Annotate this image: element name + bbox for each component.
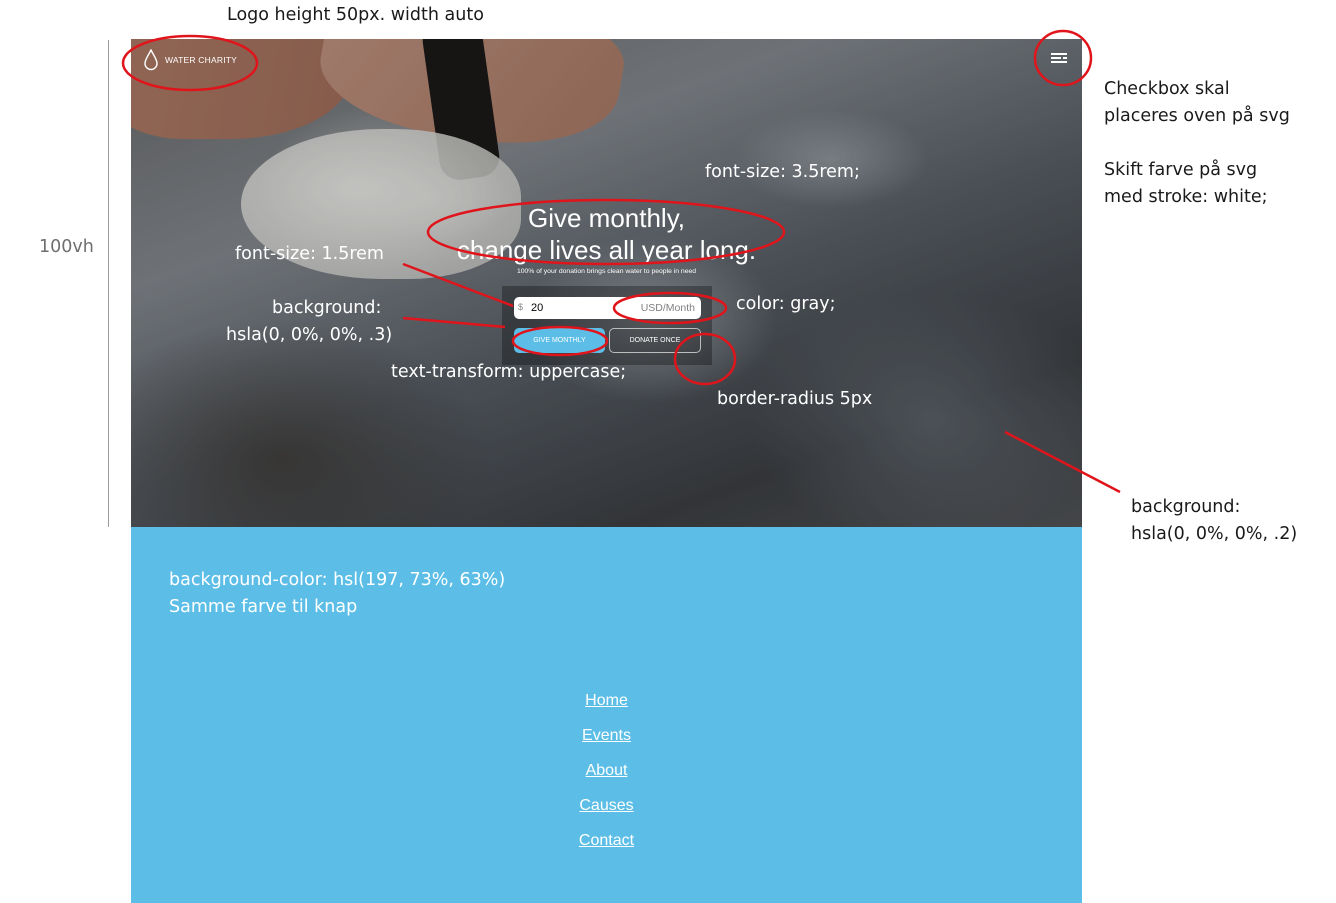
nav-link-about[interactable]: About — [131, 760, 1082, 795]
water-drop-icon — [144, 49, 158, 71]
currency-symbol: $ — [518, 302, 524, 312]
note-hero-bg-line1: background: — [1131, 497, 1241, 517]
hero-subtitle: 100% of your donation brings clean water… — [516, 268, 697, 275]
note-height: 100vh — [39, 237, 94, 257]
note-blue-line1: background-color: hsl(197, 73%, 63%) — [169, 570, 506, 590]
note-blue-line2: Samme farve til knap — [169, 597, 358, 617]
amount-value: 20 — [531, 302, 544, 314]
height-guide-line — [108, 40, 109, 527]
note-headline-font: font-size: 3.5rem; — [705, 162, 860, 182]
donate-once-button[interactable]: donate once — [609, 328, 701, 353]
note-text-transform: text-transform: uppercase; — [391, 362, 627, 382]
logo[interactable]: WATER CHARITY — [143, 49, 237, 71]
give-monthly-button[interactable]: give monthly — [514, 328, 605, 353]
main-nav: Home Events About Causes Contact — [131, 690, 1082, 865]
hero-overlay — [131, 39, 1082, 527]
note-sub-font: font-size: 1.5rem — [235, 244, 384, 264]
note-checkbox-line2: placeres oven på svg — [1104, 106, 1290, 126]
nav-link-contact[interactable]: Contact — [131, 830, 1082, 865]
donation-form: $ 20 USD/Month give monthly donate once — [502, 286, 712, 365]
note-svg-line2: med stroke: white; — [1104, 187, 1268, 207]
hero-section: WATER CHARITY Give monthly, change lives… — [131, 39, 1082, 527]
hamburger-menu-icon[interactable] — [1051, 52, 1067, 64]
nav-link-home[interactable]: Home — [131, 690, 1082, 725]
logo-text: WATER CHARITY — [165, 55, 238, 65]
blue-section: background-color: hsl(197, 73%, 63%) Sam… — [131, 527, 1082, 903]
note-hero-bg-line2: hsla(0, 0%, 0%, .2) — [1131, 524, 1298, 544]
note-border-radius: border-radius 5px — [717, 389, 873, 409]
note-box-bg-line1: background: — [272, 298, 382, 318]
headline-line-1: Give monthly, — [527, 203, 685, 233]
note-logo-spec: Logo height 50px. width auto — [227, 5, 484, 25]
nav-link-events[interactable]: Events — [131, 725, 1082, 760]
note-svg-line1: Skift farve på svg — [1104, 160, 1258, 180]
note-unit-color: color: gray; — [736, 294, 836, 314]
amount-field[interactable]: $ 20 USD/Month — [514, 297, 701, 319]
note-checkbox-line1: Checkbox skal — [1104, 79, 1230, 99]
nav-link-causes[interactable]: Causes — [131, 795, 1082, 830]
amount-unit: USD/Month — [640, 302, 695, 314]
note-box-bg-line2: hsla(0, 0%, 0%, .3) — [226, 325, 393, 345]
